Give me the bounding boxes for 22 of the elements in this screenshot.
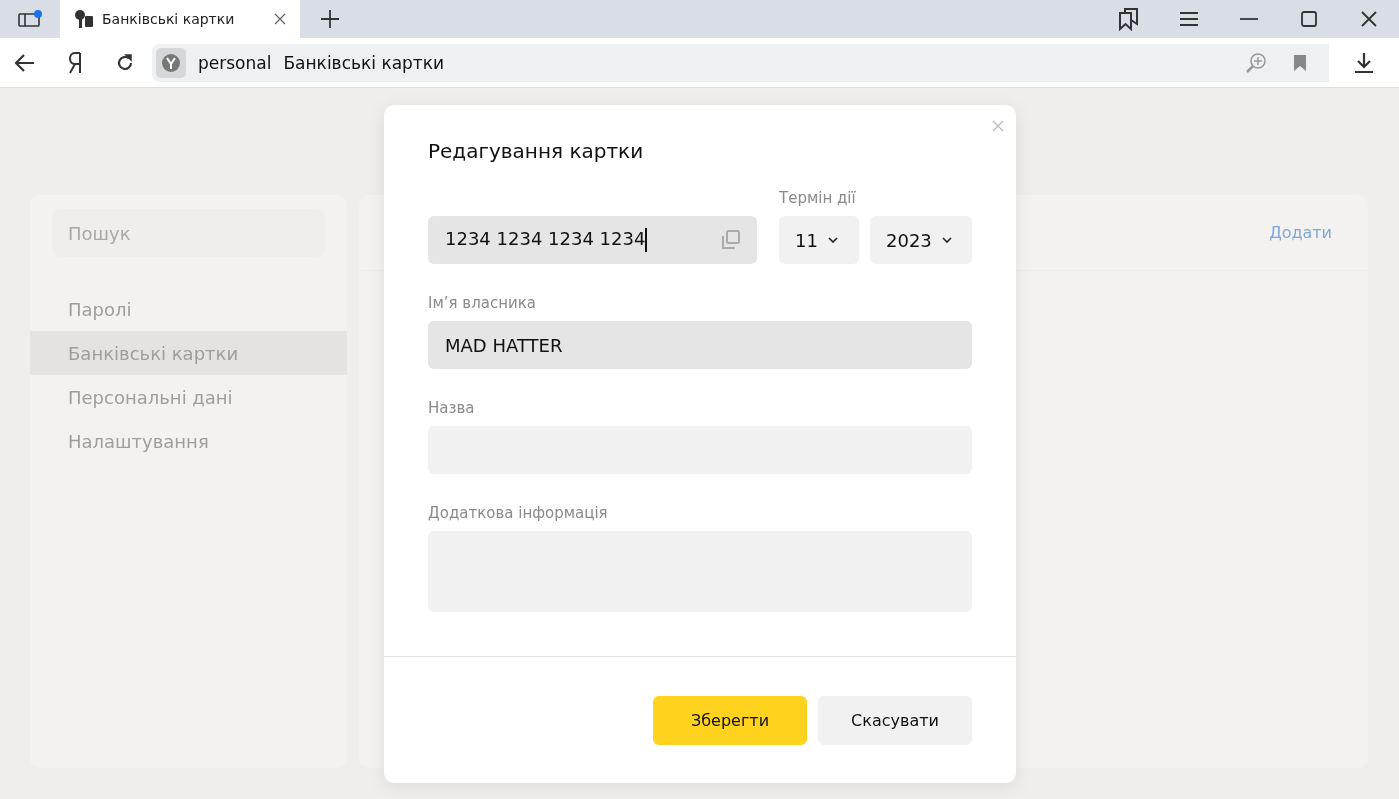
chevron-down-icon: [941, 237, 952, 243]
expiry-label: Термін дії: [779, 189, 857, 207]
address-page-title: Банківські картки: [283, 52, 446, 73]
dialog-title: Редагування картки: [428, 139, 645, 163]
address-host: personal: [198, 52, 272, 73]
card-number-field[interactable]: 1234 1234 1234 1234: [428, 216, 757, 264]
tab-title: Банківські картки: [102, 11, 236, 27]
cancel-button[interactable]: Скасувати: [818, 695, 972, 745]
field-label: Назва: [428, 399, 476, 417]
chevron-down-icon: [827, 237, 838, 243]
close-icon[interactable]: [274, 13, 286, 25]
input-field[interactable]: MAD HATTER: [428, 321, 972, 369]
month-select[interactable]: 11: [779, 216, 859, 264]
key-icon: [74, 9, 94, 29]
browser-logo-icon: [156, 47, 186, 78]
address-bar[interactable]: personal Банківські картки: [152, 43, 1329, 82]
bookmark-icon[interactable]: [1293, 53, 1307, 72]
browser-tab[interactable]: Банківські картки: [60, 0, 300, 38]
field-label: Ім’я власника: [428, 294, 537, 312]
field-label: Додаткова інформація: [428, 504, 609, 522]
save-button[interactable]: Зберегти: [653, 695, 807, 745]
year-select[interactable]: 2023: [870, 216, 972, 264]
